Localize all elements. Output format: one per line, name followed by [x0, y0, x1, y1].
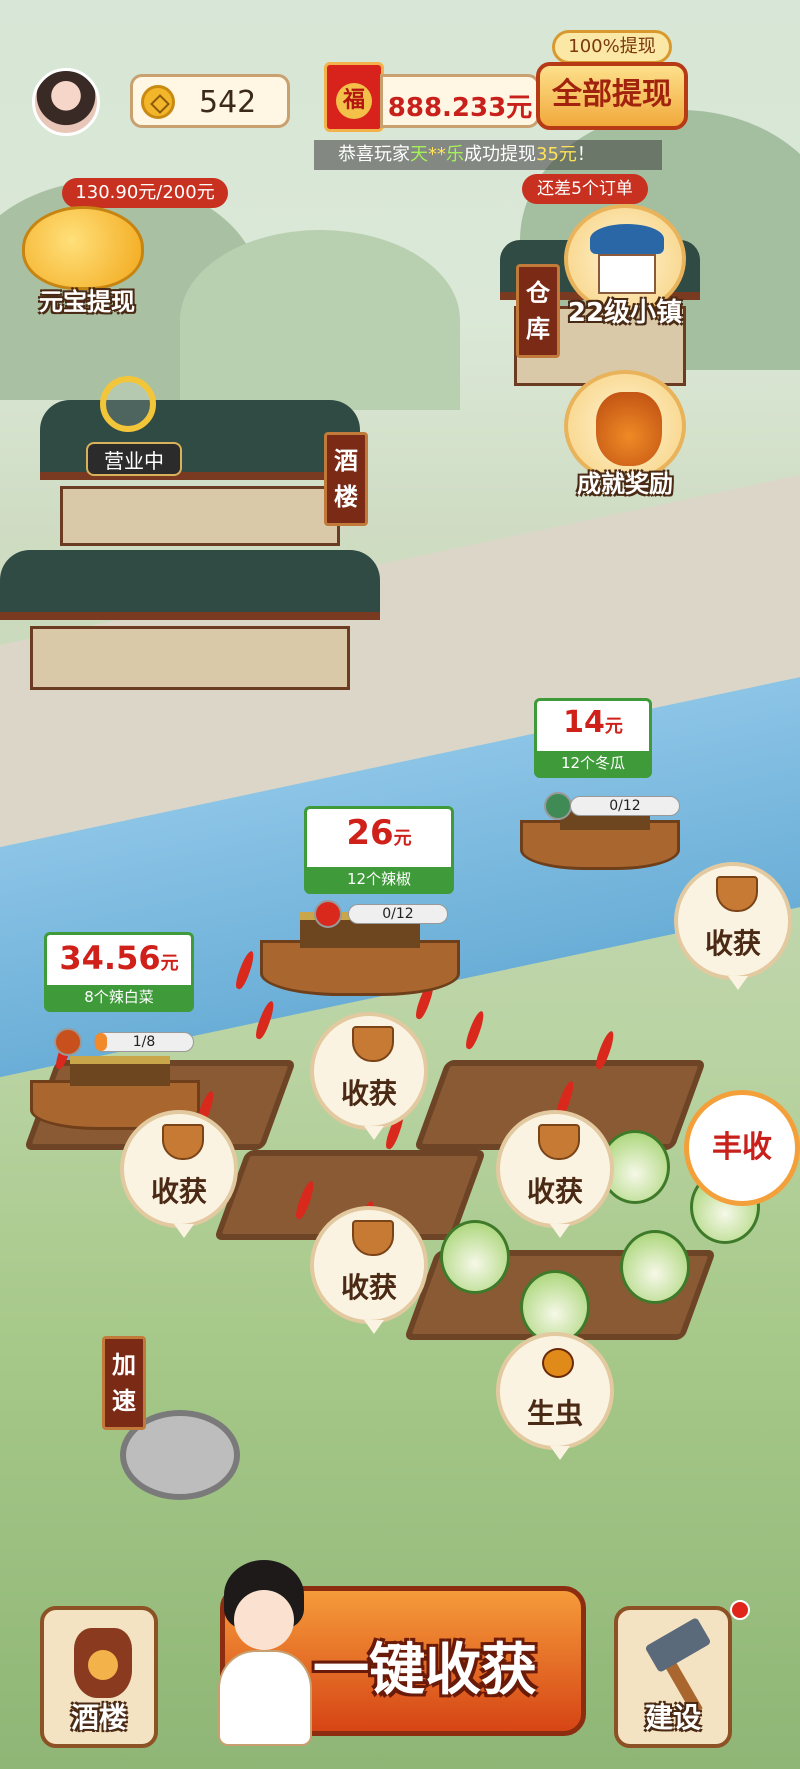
order-desc: 12个辣椒	[307, 867, 451, 891]
sign-char: 加	[112, 1351, 136, 1379]
tavern-button-label: 酒楼	[70, 1701, 127, 1734]
build-button[interactable]: 建设	[614, 1606, 732, 1748]
harvest-bubble[interactable]: 收获	[496, 1110, 614, 1238]
speedup-sign[interactable]: 加 速	[102, 1336, 146, 1430]
basket-icon	[352, 1220, 394, 1256]
harvest-label: 收获	[526, 1175, 583, 1208]
player-avatar[interactable]	[32, 68, 100, 136]
piggy-progress-badge: 130.90元/200元	[62, 178, 228, 208]
bug-bubble[interactable]: 生虫	[496, 1332, 614, 1460]
tavern-sign[interactable]: 酒 楼	[324, 432, 368, 526]
ticker-amount: 35元	[536, 144, 577, 165]
order-progress: 0/12	[570, 796, 680, 816]
order-price: 34.56元	[59, 939, 179, 977]
town-level-label[interactable]: 22级小镇	[552, 292, 698, 329]
wine-jar-mark	[88, 1650, 118, 1680]
basket-icon	[352, 1026, 394, 1062]
piggy-bank-icon[interactable]	[22, 206, 144, 290]
girl-robe	[218, 1650, 312, 1746]
order-card-kimchi[interactable]: 34.56元 8个辣白菜	[44, 932, 194, 1012]
money-value: 888.233元	[387, 93, 533, 123]
money-balance: 888.233元	[380, 74, 540, 128]
boat-cabin	[70, 1056, 170, 1086]
order-progress-text: 0/12	[382, 906, 414, 922]
sign-char: 速	[112, 1387, 136, 1415]
pagoda-icon	[590, 224, 664, 254]
basket-icon	[538, 1124, 580, 1160]
ticker-prefix: 恭喜玩家	[338, 144, 410, 165]
sign-char: 仓	[526, 279, 550, 307]
town-orders-badge: 还差5个订单	[522, 174, 648, 204]
coin-counter: 542	[130, 74, 290, 128]
ticker-name-2: 乐	[446, 144, 464, 165]
order-progress-text: 1/8	[132, 1034, 156, 1050]
ticker-suffix: ！	[576, 144, 595, 165]
harvest-label: 收获	[150, 1175, 207, 1208]
ticker-mid: 成功提现	[464, 144, 536, 165]
girl-face	[234, 1590, 294, 1650]
ticker-name-mask: **	[428, 144, 446, 165]
order-desc: 8个辣白菜	[47, 985, 191, 1009]
harvest-bubble[interactable]: 收获	[120, 1110, 238, 1238]
winner-ticker: 恭喜玩家天**乐成功提现35元！	[314, 140, 662, 170]
warehouse-sign[interactable]: 仓 库	[516, 264, 560, 358]
mountain-center	[180, 230, 460, 410]
winter-melon-icon	[544, 792, 572, 820]
order-price: 26元	[346, 813, 412, 853]
tavern-wall-upper	[60, 486, 340, 546]
harvest-label: 收获	[340, 1271, 397, 1304]
withdraw-badge: 100%提现	[552, 30, 672, 64]
piggy-label[interactable]: 元宝提现	[22, 282, 152, 317]
build-button-label: 建设	[644, 1701, 701, 1734]
order-desc: 12个冬瓜	[537, 751, 649, 775]
order-card-pepper[interactable]: 26元 12个辣椒	[304, 806, 454, 894]
treasure-bag-icon	[596, 392, 662, 466]
tavern-button[interactable]: 酒楼	[40, 1606, 158, 1748]
basket-icon	[162, 1124, 204, 1160]
tavern-wall-lower	[30, 626, 350, 690]
boat-pepper[interactable]	[260, 940, 460, 996]
sign-char: 库	[526, 315, 550, 343]
harvest-bubble[interactable]: 收获	[310, 1012, 428, 1140]
red-packet-icon: 福	[324, 62, 384, 132]
harvest-bubble[interactable]: 收获	[310, 1206, 428, 1334]
tavern-roof-lower	[0, 550, 380, 620]
bug-label: 生虫	[526, 1397, 583, 1430]
harvest-label: 收获	[704, 927, 761, 960]
pepper-icon	[314, 900, 342, 928]
ladybug-icon	[542, 1348, 574, 1378]
pagoda-body	[598, 254, 656, 294]
coin-value: 542	[199, 85, 257, 120]
kimchi-icon	[54, 1028, 82, 1056]
cabbage	[620, 1230, 690, 1304]
harvest-label: 收获	[340, 1077, 397, 1110]
order-progress: 0/12	[348, 904, 448, 924]
business-status-label: 营业中	[86, 442, 182, 476]
red-packet-char: 福	[336, 83, 372, 119]
order-progress: 1/8	[94, 1032, 194, 1052]
pepper	[463, 1009, 487, 1051]
basket-icon	[716, 876, 758, 912]
achievement-label[interactable]: 成就奖励	[552, 464, 698, 499]
cabbage	[440, 1220, 510, 1294]
sign-char: 楼	[334, 483, 358, 511]
notification-dot	[730, 1600, 750, 1620]
withdraw-all-button[interactable]: 全部提现	[536, 62, 688, 130]
order-card-winter-melon[interactable]: 14元 12个冬瓜	[534, 698, 652, 778]
wine-jar-icon	[74, 1628, 132, 1698]
coin-icon	[141, 85, 175, 119]
ticker-name-1: 天	[410, 144, 428, 165]
bumper-harvest-button[interactable]: 丰收	[684, 1090, 800, 1206]
sign-char: 酒	[334, 447, 358, 475]
order-progress-text: 0/12	[609, 798, 641, 814]
business-progress-ring	[100, 376, 156, 432]
order-price: 14元	[563, 705, 623, 740]
harvest-bubble[interactable]: 收获	[674, 862, 792, 990]
girl-character	[210, 1560, 320, 1750]
